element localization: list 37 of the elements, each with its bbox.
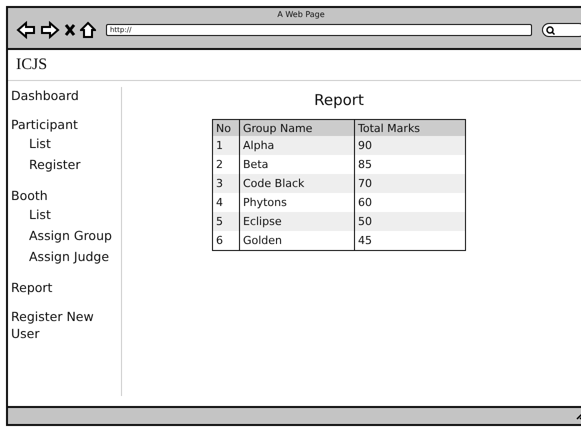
table-cell: Eclipse <box>240 212 354 231</box>
forward-icon[interactable] <box>40 21 60 39</box>
sidebar-item[interactable]: Report <box>11 279 121 296</box>
sidebar-subitem[interactable]: Assign Group <box>11 225 121 246</box>
column-header: No <box>212 120 240 136</box>
table-cell: 3 <box>212 174 240 193</box>
table-cell: Alpha <box>240 136 354 155</box>
table-cell: 2 <box>212 155 240 174</box>
close-icon[interactable] <box>64 23 76 37</box>
column-header: Group Name <box>240 120 354 136</box>
table-cell: 45 <box>354 231 466 250</box>
table-cell: Code Black <box>240 174 354 193</box>
table-cell: 60 <box>354 193 466 212</box>
table-cell: 5 <box>212 212 240 231</box>
table-cell: 90 <box>354 136 466 155</box>
table-cell: 50 <box>354 212 466 231</box>
back-icon[interactable] <box>16 21 36 39</box>
table-cell: 70 <box>354 174 466 193</box>
search-field[interactable] <box>542 23 581 37</box>
site-title: ICJS <box>8 50 581 81</box>
sidebar-subitem[interactable]: Assign Judge <box>11 246 121 267</box>
sidebar-item[interactable]: Register New User <box>11 308 111 342</box>
column-header: Total Marks <box>354 120 466 136</box>
sidebar-item[interactable]: Dashboard <box>11 87 121 104</box>
sidebar-subitem[interactable]: Register <box>11 154 121 175</box>
page-heading: Report <box>314 91 364 109</box>
search-icon <box>546 26 555 34</box>
table-cell: 6 <box>212 231 240 250</box>
table-cell: 4 <box>212 193 240 212</box>
sidebar-subitem[interactable]: List <box>11 133 121 154</box>
table-cell: 1 <box>212 136 240 155</box>
sidebar-subitem[interactable]: List <box>11 204 121 225</box>
sidebar-item[interactable]: Participant <box>11 116 121 133</box>
table-cell: Golden <box>240 231 354 250</box>
table-cell: 85 <box>354 155 466 174</box>
window-title: A Web Page <box>276 10 326 19</box>
sidebar-item[interactable]: Booth <box>11 187 121 204</box>
